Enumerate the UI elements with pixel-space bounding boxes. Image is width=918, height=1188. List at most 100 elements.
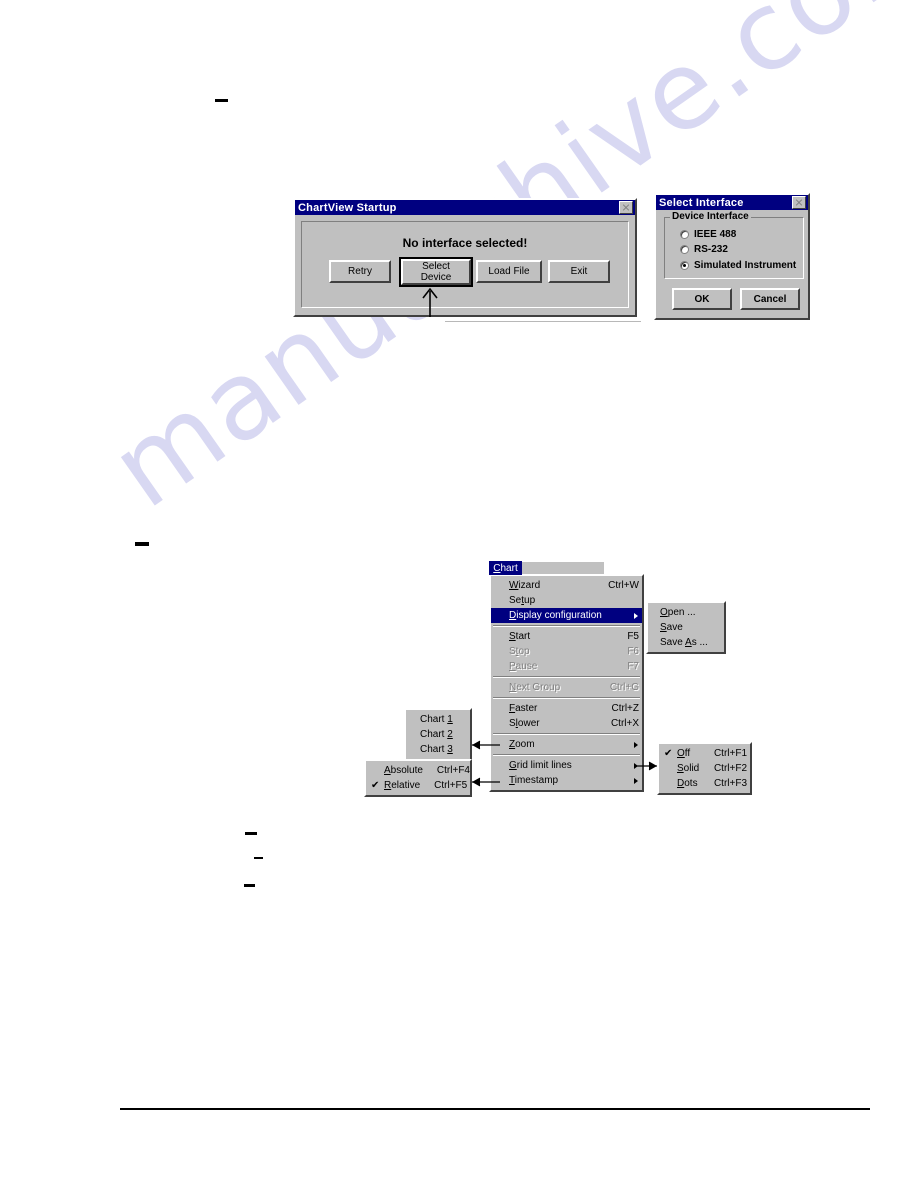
submenu-item-solid-accel: Ctrl+F2 xyxy=(713,763,747,774)
submenu-item-solid[interactable]: Solid Ctrl+F2 xyxy=(659,761,750,776)
submenu-item-chart-2[interactable]: Chart 2 xyxy=(406,727,470,742)
close-icon[interactable] xyxy=(792,196,806,209)
zoom-submenu: Chart 1 Chart 2 Chart 3 xyxy=(404,708,472,761)
radio-icon xyxy=(680,230,689,239)
submenu-item-dots-accel: Ctrl+F3 xyxy=(713,778,747,789)
menu-item-faster-label: aster xyxy=(515,703,538,714)
chevron-right-icon xyxy=(634,741,638,748)
menu-item-next-group-accel: Ctrl+G xyxy=(609,682,639,693)
submenu-item-absolute-label: bsolute xyxy=(390,765,423,776)
menu-item-start-label: tart xyxy=(515,631,531,642)
submenu-item-off[interactable]: ✔ Off Ctrl+F1 xyxy=(659,746,750,761)
exit-button[interactable]: Exit xyxy=(548,260,610,283)
menubar-item-chart[interactable]: Chart xyxy=(489,561,522,575)
submenu-item-open-label: pen ... xyxy=(667,607,696,618)
menu-item-faster-accel: Ctrl+Z xyxy=(611,703,640,714)
startup-titlebar: ChartView Startup xyxy=(295,200,635,215)
radio-rs-232-label: RS-232 xyxy=(694,244,728,255)
menu-item-grid-limit-lines-label: rid limit lines xyxy=(516,760,572,771)
display-configuration-submenu: Open ... Save Save As ... xyxy=(646,601,726,654)
radio-simulated-instrument[interactable]: Simulated Instrument xyxy=(680,260,796,271)
startup-message: No interface selected! xyxy=(402,236,528,250)
menu-item-zoom[interactable]: Zoom xyxy=(491,737,642,752)
chart-menu-mnemonic: C xyxy=(493,562,501,574)
menu-item-wizard-label: izard xyxy=(518,580,541,591)
checkmark-icon: ✔ xyxy=(664,747,673,759)
cancel-button[interactable]: Cancel xyxy=(740,288,800,310)
submenu-item-dots[interactable]: Dots Ctrl+F3 xyxy=(659,776,750,791)
select-device-button-label: Select Device xyxy=(420,261,452,283)
select-interface-dialog: Select Interface Device Interface IEEE 4… xyxy=(654,193,810,320)
load-file-button-label: Load File xyxy=(488,266,530,277)
submenu-item-save-as-label: s ... xyxy=(691,637,708,648)
chevron-right-icon xyxy=(634,762,638,769)
radio-ieee-488-label: IEEE 488 xyxy=(694,229,737,240)
margin-dash-1 xyxy=(215,99,228,102)
callout-up-arrow-icon xyxy=(422,287,438,317)
ok-button[interactable]: OK xyxy=(672,288,732,310)
callout-connectors xyxy=(471,740,658,787)
chart-menu-title-rest: hart xyxy=(500,562,518,574)
menu-item-display-configuration[interactable]: Display configuration xyxy=(491,608,642,623)
menu-item-pause-label: ause xyxy=(515,661,538,672)
retry-button[interactable]: Retry xyxy=(329,260,391,283)
radio-selected-icon xyxy=(680,261,689,270)
radio-rs-232[interactable]: RS-232 xyxy=(680,244,728,255)
menu-item-setup[interactable]: Setup xyxy=(491,593,642,608)
close-icon[interactable] xyxy=(619,201,633,214)
cancel-button-label: Cancel xyxy=(753,293,787,305)
submenu-item-chart-2-label: Chart xyxy=(420,729,448,740)
exit-button-label: Exit xyxy=(570,266,588,277)
chartview-startup-dialog: ChartView Startup No interface selected!… xyxy=(293,198,637,317)
menu-item-pause-accel: F7 xyxy=(627,661,639,672)
startup-title: ChartView Startup xyxy=(298,201,397,214)
submenu-item-relative[interactable]: ✔ Relative Ctrl+F5 xyxy=(366,778,470,793)
menu-item-slower-accel: Ctrl+X xyxy=(610,718,639,729)
submenu-item-solid-label: olid xyxy=(683,763,700,774)
radio-simulated-instrument-label: Simulated Instrument xyxy=(694,260,797,271)
submenu-item-save-as[interactable]: Save As ... xyxy=(648,635,724,650)
menu-item-next-group-label: ext Group xyxy=(516,682,561,693)
menu-item-pause: Pause F7 xyxy=(509,661,639,672)
menu-item-wizard-accel: Ctrl+W xyxy=(608,580,639,591)
document-page: manualshive.com ChartView Startup No int… xyxy=(0,0,918,1188)
menu-separator xyxy=(493,754,640,756)
radio-ieee-488[interactable]: IEEE 488 xyxy=(680,229,736,240)
submenu-item-chart-3[interactable]: Chart 3 xyxy=(406,742,470,757)
margin-dash-5 xyxy=(244,884,255,887)
margin-dash-2 xyxy=(135,542,149,546)
menu-item-timestamp[interactable]: Timestamp xyxy=(491,773,642,788)
ok-button-label: OK xyxy=(694,293,710,305)
menu-item-grid-limit-lines[interactable]: Grid limit lines xyxy=(491,758,642,773)
submenu-item-chart-1[interactable]: Chart 1 xyxy=(406,712,470,727)
menu-separator xyxy=(493,625,640,627)
selif-title: Select Interface xyxy=(659,196,744,209)
menu-item-faster[interactable]: Faster Ctrl+Z xyxy=(491,701,642,716)
chart-dropdown-menu: Wizard Ctrl+W Setup Display configuratio… xyxy=(489,574,644,792)
figure-underline xyxy=(445,321,641,322)
menu-item-start[interactable]: Start F5 xyxy=(491,629,642,644)
radio-icon xyxy=(680,245,689,254)
menu-item-slower[interactable]: Slower Ctrl+X xyxy=(491,716,642,731)
submenu-item-open[interactable]: Open ... xyxy=(648,605,724,620)
menu-item-timestamp-label: imestamp xyxy=(514,775,559,786)
menu-item-zoom-label: oom xyxy=(515,739,535,750)
menu-separator xyxy=(493,733,640,735)
submenu-item-absolute[interactable]: Absolute Ctrl+F4 xyxy=(366,763,470,778)
load-file-button[interactable]: Load File xyxy=(476,260,542,283)
chevron-right-icon xyxy=(634,612,638,619)
menu-item-display-configuration-label: isplay configuration xyxy=(516,610,602,621)
submenu-item-save[interactable]: Save xyxy=(648,620,724,635)
submenu-item-chart-3-label: Chart xyxy=(420,744,448,755)
submenu-item-absolute-accel: Ctrl+F4 xyxy=(436,765,470,776)
submenu-item-chart-1-label: Chart xyxy=(420,714,448,725)
menu-item-stop-accel: F6 xyxy=(627,646,639,657)
margin-dash-4 xyxy=(254,857,263,859)
submenu-item-off-label: ff xyxy=(684,748,691,759)
menu-item-stop: Stop F6 xyxy=(509,646,639,657)
selif-titlebar: Select Interface xyxy=(656,195,808,210)
menu-separator xyxy=(493,697,640,699)
menu-item-wizard[interactable]: Wizard Ctrl+W xyxy=(491,578,642,593)
submenu-item-save-label: ave xyxy=(666,622,683,633)
select-device-button[interactable]: Select Device xyxy=(399,257,473,287)
